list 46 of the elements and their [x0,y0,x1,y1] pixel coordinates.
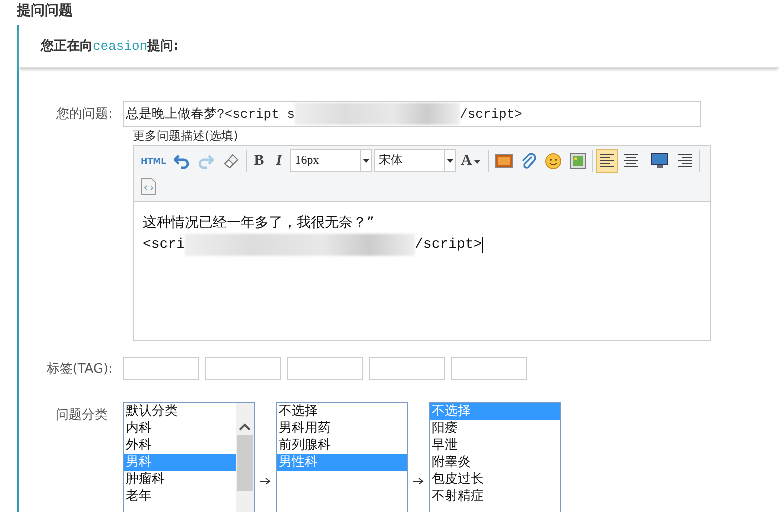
field-label: 您的问题: [56,106,114,123]
scrollbar[interactable] [236,403,254,512]
font-color-button[interactable]: A [458,149,486,173]
caret-icon [472,158,482,164]
align-left-icon[interactable] [596,149,618,173]
page-title: 提问问题 [16,2,74,21]
arrow-icon [413,478,424,485]
list-option[interactable]: 前列腺科 [277,437,407,454]
list-option[interactable]: 不选择 [277,403,407,420]
tag-field[interactable] [123,357,199,380]
list-option[interactable]: 包皮过长 [430,471,560,488]
category-listbox[interactable]: 不选择 男科用药 前列腺科 男性科 [276,402,408,512]
bold-button[interactable]: B [250,149,268,173]
arrow-icon [260,478,271,485]
field-label: 标签(TAG): [46,360,114,378]
editor-text: <scri [143,236,186,255]
list-option[interactable]: 肿瘤科 [124,471,236,488]
font-size-select[interactable]: 16px [290,149,372,172]
list-option[interactable]: 内科 [124,420,236,437]
category-listbox[interactable]: 不选择 阳痿 早泄 附睾炎 包皮过长 不射精症 [429,402,561,512]
tag-field[interactable] [205,357,281,380]
tag-field[interactable] [369,357,445,380]
tag-field[interactable] [287,357,363,380]
list-option[interactable]: 老年 [124,488,236,505]
tag-field[interactable] [451,357,527,380]
list-option[interactable]: 默认分类 [124,403,236,420]
list-option[interactable]: 男科用药 [277,420,407,437]
list-option[interactable]: 外科 [124,437,236,454]
italic-button[interactable]: I [270,149,288,173]
category-listbox[interactable]: 默认分类 内科 外科 男科 肿瘤科 老年 [123,402,255,512]
field-label: 问题分类 [55,407,109,424]
list-option[interactable]: 不射精症 [430,488,560,505]
list-option[interactable]: 附睾炎 [430,454,560,471]
scroll-up-icon [239,423,251,431]
editor-text: 这种情况已经一年多了，我很无奈？” [143,214,376,233]
text-caret [482,237,484,253]
list-option[interactable]: 早泄 [430,437,560,454]
recipient-text: 您正在向ceasion提问: [41,38,179,55]
html-button[interactable]: HTML [138,149,170,173]
font-family-select[interactable]: 宋体 [374,149,456,172]
question-field[interactable]: 总是晚上做春梦?<script s /script> [123,101,701,127]
field-label: 更多问题描述(选填) [133,129,240,143]
list-option[interactable]: 阳痿 [430,420,560,437]
caret-icon [362,158,370,162]
caret-icon [446,158,454,162]
editor-text: /script> [415,236,482,255]
